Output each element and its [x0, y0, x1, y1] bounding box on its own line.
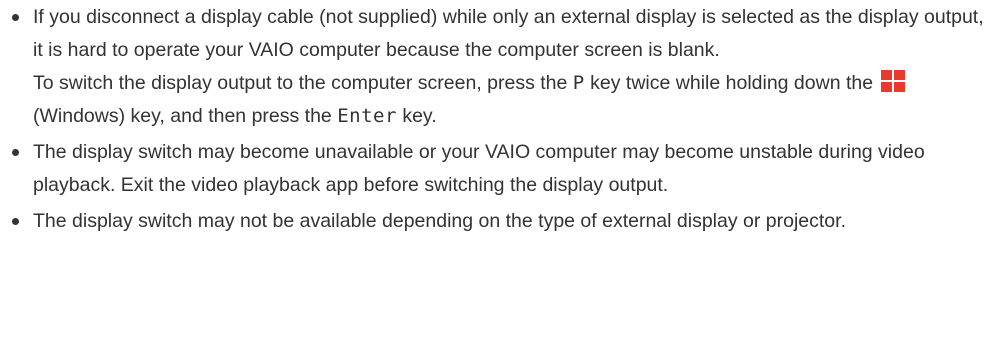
instruction-text: key twice while holding down the: [584, 72, 879, 94]
key-p: P: [572, 72, 585, 94]
note-item-playback: The display switch may become unavailabl…: [0, 136, 998, 202]
instruction-text: (Windows) key, and then press the: [33, 105, 338, 127]
bullet-icon: [12, 14, 19, 21]
note-item-availability: The display switch may not be available …: [0, 205, 998, 238]
note-paragraph-instruction: To switch the display output to the comp…: [33, 67, 998, 133]
note-paragraph: The display switch may not be available …: [33, 210, 846, 232]
key-enter: Enter: [337, 105, 397, 127]
instruction-text: To switch the display output to the comp…: [33, 72, 573, 94]
bullet-icon: [12, 149, 19, 156]
windows-logo-icon: [880, 70, 905, 92]
note-item-disconnect: If you disconnect a display cable (not s…: [0, 1, 998, 133]
bullet-icon: [12, 218, 19, 225]
note-paragraph: If you disconnect a display cable (not s…: [33, 6, 984, 61]
notes-list: If you disconnect a display cable (not s…: [0, 1, 998, 241]
instruction-text: key.: [396, 105, 437, 127]
note-paragraph: The display switch may become unavailabl…: [33, 141, 925, 196]
